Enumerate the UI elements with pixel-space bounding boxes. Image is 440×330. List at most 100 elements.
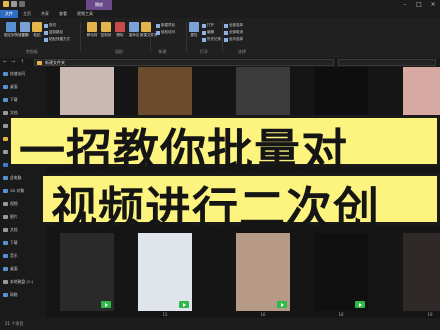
banner-text-line2: 视频进行二次创 xyxy=(51,182,380,236)
tab-video-tools[interactable]: 视频工具 xyxy=(72,10,98,18)
rename-icon xyxy=(129,22,139,32)
video-thumbnail[interactable] xyxy=(236,233,290,311)
copy-icon xyxy=(20,22,30,32)
rename-button[interactable]: 重命名 xyxy=(128,22,140,38)
thumbnail-image xyxy=(60,233,114,311)
ribbon-divider xyxy=(80,22,81,52)
open-button[interactable]: 打开 xyxy=(202,23,214,28)
sidebar-item[interactable]: 音乐 xyxy=(3,253,18,259)
pin-icon xyxy=(6,22,16,32)
open-icon xyxy=(202,23,206,28)
move-icon xyxy=(87,22,97,32)
select-label: 选择 xyxy=(238,49,246,54)
invert-selection-button[interactable]: 反向选择 xyxy=(224,37,243,42)
new-item-button[interactable]: 新建项目 xyxy=(156,23,175,28)
title-banner-line2: 视频进行二次创 xyxy=(40,173,440,236)
video-thumbnail[interactable] xyxy=(138,233,192,311)
cut-button[interactable]: 剪切 xyxy=(44,23,56,28)
folder-icon xyxy=(3,280,8,284)
context-tab-play[interactable]: 播放 xyxy=(86,0,112,10)
sidebar-item[interactable]: 图片 xyxy=(3,214,18,220)
delete-button[interactable]: 删除 xyxy=(114,22,126,38)
folder-icon xyxy=(3,254,8,258)
sidebar-item[interactable]: 网络 xyxy=(3,292,18,298)
file-name: 18 xyxy=(338,312,344,317)
sidebar-item[interactable]: 文档 xyxy=(3,227,18,233)
sidebar-item[interactable]: 快速访问 xyxy=(3,71,25,77)
thumbnail-image xyxy=(236,233,290,311)
new-folder-icon xyxy=(141,22,151,32)
path-input[interactable]: 新建文件夹 xyxy=(34,59,334,66)
sidebar-item-label: 视频 xyxy=(10,201,18,206)
sidebar-item[interactable]: 桌面 xyxy=(3,84,18,90)
sidebar-item[interactable]: 视频 xyxy=(3,201,18,207)
edit-icon xyxy=(202,30,206,35)
paste-icon xyxy=(32,22,42,32)
video-thumbnail[interactable] xyxy=(60,233,114,311)
folder-icon xyxy=(3,98,8,102)
tab-share[interactable]: 共享 xyxy=(36,10,54,18)
history-button[interactable]: 历史记录 xyxy=(202,37,221,42)
back-button[interactable]: ← xyxy=(3,58,7,67)
maximize-button[interactable]: □ xyxy=(412,0,426,10)
sidebar-item-label: 音乐 xyxy=(10,253,18,258)
paste-shortcut-button[interactable]: 粘贴快捷方式 xyxy=(44,37,70,42)
folder-icon xyxy=(3,202,8,206)
copy-to-button[interactable]: 复制到 xyxy=(100,22,112,38)
easy-access-button[interactable]: 轻松访问 xyxy=(156,30,175,35)
sidebar-item-label: 网络 xyxy=(10,292,18,297)
paste-button[interactable]: 粘贴 xyxy=(32,22,42,38)
play-icon xyxy=(277,301,287,308)
sidebar-item[interactable]: 下载 xyxy=(3,97,18,103)
close-button[interactable]: × xyxy=(426,0,440,10)
open-label: 打开 xyxy=(200,49,208,54)
tab-home[interactable]: 主页 xyxy=(18,10,36,18)
video-thumbnail[interactable] xyxy=(403,233,440,311)
properties-icon xyxy=(189,22,199,32)
sidebar-item-label: 下载 xyxy=(10,240,18,245)
new-folder-button[interactable]: 新建文件夹 xyxy=(140,22,158,38)
video-thumbnail[interactable] xyxy=(314,233,368,311)
tab-file[interactable]: 文件 xyxy=(0,10,18,18)
up-button[interactable]: ↑ xyxy=(20,58,24,67)
shortcut-icon xyxy=(44,37,48,42)
new-label: 新建 xyxy=(158,49,167,54)
sidebar-item[interactable]: 下载 xyxy=(3,240,18,246)
copy-button[interactable]: 复制 xyxy=(20,22,30,38)
properties-button[interactable]: 属性 xyxy=(188,22,200,38)
sidebar-item-label: 3D 对象 xyxy=(10,188,25,193)
window-controls: – □ × xyxy=(398,0,440,10)
select-group: 全部选择 全部取消 反向选择 选择 xyxy=(224,20,260,56)
sidebar-item-label: 图片 xyxy=(10,214,18,219)
pin-button[interactable]: 固定到快速访问 xyxy=(4,22,29,38)
folder-icon[interactable] xyxy=(3,1,9,7)
new-item-icon xyxy=(156,23,160,28)
select-none-button[interactable]: 全部取消 xyxy=(224,30,243,35)
forward-button[interactable]: → xyxy=(11,58,15,67)
sidebar-item[interactable]: 桌面 xyxy=(3,266,18,272)
thumbnail-image xyxy=(314,233,368,311)
new-folder-icon[interactable] xyxy=(19,1,25,7)
sidebar-item-label: 桌面 xyxy=(10,266,18,271)
sidebar-item[interactable]: 3D 对象 xyxy=(3,188,24,194)
ribbon-tabs: 文件 主页 共享 查看 视频工具 xyxy=(0,10,440,18)
tab-view[interactable]: 查看 xyxy=(54,10,72,18)
folder-icon xyxy=(3,241,8,245)
select-all-button[interactable]: 全部选择 xyxy=(224,23,243,28)
edit-button[interactable]: 编辑 xyxy=(202,30,214,35)
history-icon xyxy=(202,37,206,42)
invert-icon xyxy=(224,37,228,42)
select-all-icon xyxy=(224,23,228,28)
sidebar-item-label: 本地磁盘 (C:) xyxy=(10,279,34,284)
properties-icon[interactable] xyxy=(11,1,17,7)
search-input[interactable] xyxy=(338,59,436,66)
clipboard-group: 固定到快速访问 复制 粘贴 剪切 复制路径 粘贴快捷方式 剪贴板 xyxy=(2,20,70,56)
move-to-button[interactable]: 移动到 xyxy=(86,22,98,38)
folder-icon xyxy=(3,293,8,297)
delete-icon xyxy=(115,22,125,32)
minimize-button[interactable]: – xyxy=(398,0,412,10)
sidebar-item[interactable]: 本地磁盘 (C:) xyxy=(3,279,33,285)
sidebar-item-label: 快速访问 xyxy=(10,71,26,76)
address-bar: ← → ↑ 新建文件夹 xyxy=(0,58,440,67)
copy-path-button[interactable]: 复制路径 xyxy=(44,30,63,35)
